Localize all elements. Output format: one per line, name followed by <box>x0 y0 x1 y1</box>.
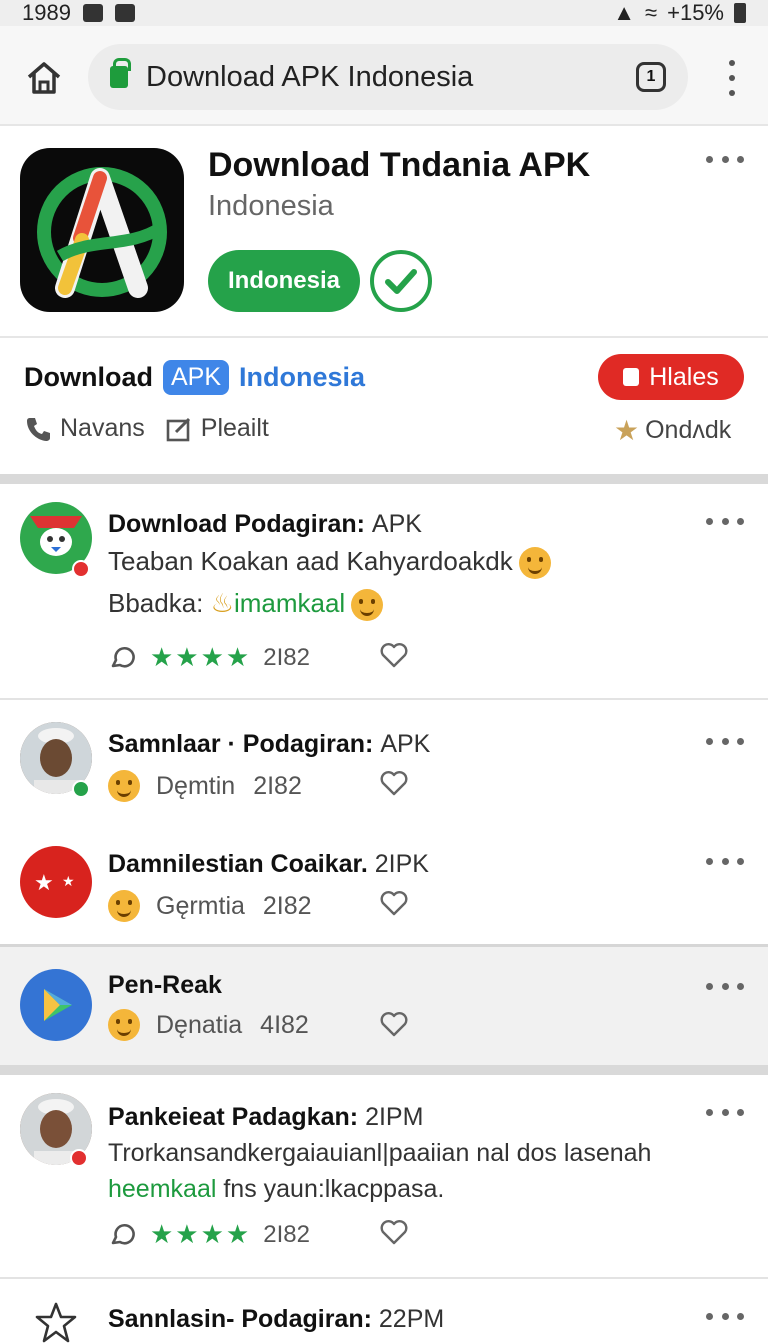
section-divider <box>0 1065 768 1075</box>
post-meta: Dęmtin 2I82 <box>108 770 302 802</box>
svg-text:★: ★ <box>34 871 54 896</box>
rating-label: Ondʌdk <box>645 416 732 444</box>
status-time: 1989 <box>22 0 71 25</box>
browser-toolbar: Download APK Indonesia 1 <box>0 26 768 126</box>
verified-check-icon[interactable] <box>370 250 432 312</box>
section-divider <box>0 474 768 484</box>
notification-icon <box>82 4 103 22</box>
post-more-icon[interactable] <box>706 983 744 991</box>
post-title[interactable]: Pen-Reak <box>108 971 222 1000</box>
heart-icon[interactable] <box>380 642 408 668</box>
comment-icon[interactable] <box>108 1221 136 1249</box>
post-title[interactable]: Samnlaar · Podagiran: APK <box>108 730 430 759</box>
list-item[interactable]: Pen-Reak Dęnatia 4I82 <box>0 947 768 1065</box>
post-more-icon[interactable] <box>706 1109 744 1117</box>
address-bar[interactable]: Download APK Indonesia 1 <box>88 44 688 110</box>
post-title[interactable]: Damnilestian Coaikar. 2IPK <box>108 850 429 879</box>
svg-text:★: ★ <box>62 874 75 890</box>
rating-link[interactable]: ★ Ondʌdk <box>614 414 731 447</box>
cake-icon: ♨ <box>210 588 234 618</box>
star-outline-icon <box>35 1302 77 1343</box>
post-text: Teaban Koakan aad Kahyardoakdk <box>108 546 551 580</box>
list-item[interactable]: ★ ★ Damnilestian Coaikar. 2IPK Gęrmtia 2I… <box>0 820 768 944</box>
post-more-icon[interactable] <box>706 738 744 746</box>
post-text-2: heemkaal fns yaun:lkacppasa. <box>108 1175 445 1203</box>
list-item[interactable]: Pankeieat Padagkan: 2IPM Trorkansandkerg… <box>0 1075 768 1277</box>
post-title[interactable]: Pankeieat Padagkan: 2IPM <box>108 1103 423 1132</box>
bag-icon <box>623 368 640 386</box>
avatar <box>20 969 92 1041</box>
smile-emoji-icon <box>351 589 384 622</box>
browser-menu-icon[interactable] <box>724 60 740 96</box>
notification-icon <box>114 4 135 22</box>
post-meta: Dęnatia 4I82 <box>108 1009 309 1041</box>
status-dot <box>70 1149 88 1167</box>
edit-link[interactable]: Pleailt <box>165 414 269 443</box>
action-button[interactable]: Hlales <box>598 354 744 400</box>
heart-icon[interactable] <box>380 1011 408 1037</box>
app-title: Download Tndania APK <box>208 146 591 184</box>
post-text: Trorkansandkergaiauianl|paaiian nal dos … <box>108 1139 652 1167</box>
url-text[interactable]: Download APK Indonesia <box>146 61 636 94</box>
phone-link[interactable]: Navans <box>24 414 145 443</box>
comment-icon[interactable] <box>108 644 136 672</box>
star-icon: ★ <box>614 415 640 446</box>
post-meta: Gęrmtia 2I82 <box>108 890 312 922</box>
heart-icon[interactable] <box>380 770 408 796</box>
post-more-icon[interactable] <box>706 518 744 526</box>
battery-icon <box>734 3 746 23</box>
post-more-icon[interactable] <box>706 858 744 866</box>
list-item[interactable]: Samnlaar · Podagiran: APK Dęmtin 2I82 <box>0 700 768 818</box>
indonesia-link[interactable]: Indonesia <box>239 362 365 393</box>
apk-chip[interactable]: APK <box>163 360 230 395</box>
wifi-icon: ≈ <box>645 0 658 25</box>
heart-icon[interactable] <box>380 890 408 916</box>
download-strip: Download APK Indonesia Hlales Navans Ple… <box>0 340 768 474</box>
region-badge[interactable]: Indonesia <box>208 250 360 312</box>
more-options-icon[interactable] <box>706 156 744 164</box>
post-title[interactable]: Sannlasin- Podagiran: 22PM <box>108 1305 444 1334</box>
like-count: 2I82 <box>263 643 310 671</box>
lock-icon <box>110 58 131 88</box>
action-button-label: Hlales <box>649 362 719 391</box>
post-title[interactable]: Download Podagiran: APK <box>108 510 422 539</box>
post-text-2: Bbadka: ♨imamkaal <box>108 588 384 622</box>
post-more-icon[interactable] <box>706 1313 744 1321</box>
avatar: ★ ★ <box>20 846 92 918</box>
status-bar: 1989 ▲ ≈ +15% <box>0 0 768 26</box>
rating-stars: ★★★★ <box>150 642 252 672</box>
smile-emoji-icon <box>108 890 140 922</box>
home-icon[interactable] <box>24 58 64 98</box>
smile-emoji-icon <box>108 770 140 802</box>
app-logo <box>20 148 184 312</box>
list-item[interactable]: Download Podagiran: APK Teaban Koakan aa… <box>0 484 768 698</box>
edit-label: Pleailt <box>200 414 269 442</box>
like-count: 2I82 <box>263 1220 310 1248</box>
phone-label: Navans <box>60 414 145 442</box>
smile-emoji-icon <box>108 1009 140 1041</box>
rating-stars: ★★★★ <box>150 1219 252 1249</box>
smile-emoji-icon <box>518 547 551 580</box>
list-item[interactable]: Sannlasin- Podagiran: 22PM <box>0 1279 768 1344</box>
signal-icon: ▲ <box>613 0 636 25</box>
app-header: Download Tndania APK Indonesia Indonesia <box>0 128 768 338</box>
edit-icon <box>166 417 190 441</box>
post-stats: ★★★★ 2I82 <box>108 1219 310 1250</box>
heart-icon[interactable] <box>380 1219 408 1245</box>
online-dot <box>72 780 90 798</box>
download-label: Download <box>24 362 153 392</box>
phone-icon <box>27 417 50 441</box>
status-dot <box>72 560 90 578</box>
post-stats: ★★★★ 2I82 <box>108 642 310 673</box>
tab-switcher-button[interactable]: 1 <box>636 62 666 92</box>
app-subtitle: Indonesia <box>208 190 334 222</box>
battery-percent: +15% <box>667 0 724 25</box>
